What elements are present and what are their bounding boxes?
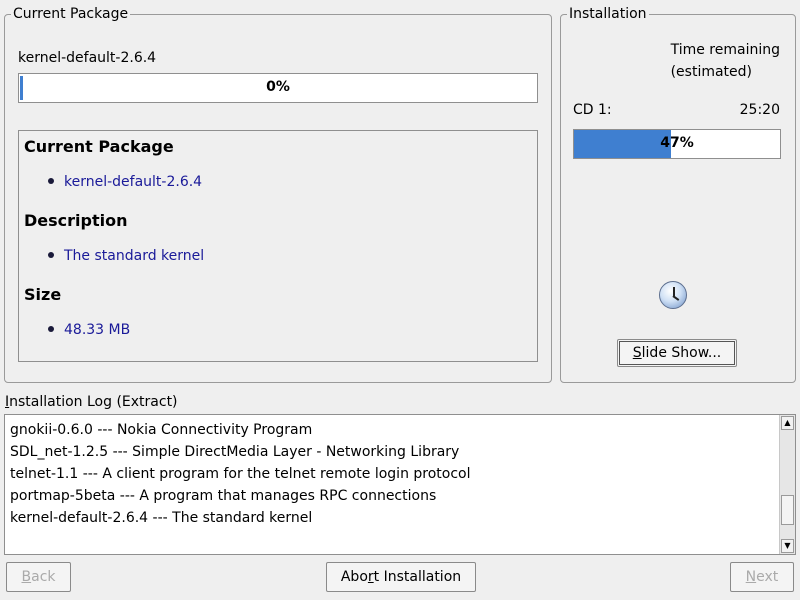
back-mnemonic: B [21, 569, 32, 585]
abort-label-start: Abo [340, 569, 368, 585]
abort-installation-button[interactable]: Abort Installation [326, 562, 476, 592]
info-package-item: kernel-default-2.6.4 [48, 174, 202, 190]
package-progress-text: 0% [266, 79, 290, 95]
abort-label-end: t Installation [373, 569, 462, 585]
bullet-icon [48, 326, 54, 332]
info-heading-description: Description [24, 211, 128, 230]
info-description-value: The standard kernel [64, 248, 205, 264]
installation-log-label: Installation Log (Extract) [5, 394, 178, 410]
next-mnemonic: N [745, 569, 757, 585]
cd-progress-bar: 47% [573, 129, 781, 159]
scroll-thumb[interactable] [781, 495, 794, 525]
installation-group-title: Installation [567, 6, 649, 22]
log-scrollbar[interactable]: ▲ ▼ [779, 415, 795, 554]
time-remaining-line-2: (estimated) [670, 64, 753, 80]
installation-group: Installation Time remaining (estimated) … [560, 6, 796, 383]
slide-show-button[interactable]: Slide Show... [617, 339, 737, 367]
cd-time-remaining: 25:20 [739, 102, 780, 118]
current-package-group-title: Current Package [11, 6, 131, 22]
scroll-up-icon[interactable]: ▲ [781, 416, 794, 430]
log-line: telnet-1.1 --- A client program for the … [10, 466, 471, 482]
package-progress-bar: 0% [18, 73, 538, 103]
slide-show-mnemonic: S [632, 345, 642, 361]
current-package-group: Current Package kernel-default-2.6.4 0% … [4, 6, 552, 383]
next-button[interactable]: Next [730, 562, 794, 592]
current-package-name: kernel-default-2.6.4 [18, 50, 157, 66]
bullet-icon [48, 178, 54, 184]
package-info-panel: Current Package kernel-default-2.6.4 Des… [18, 130, 538, 362]
next-label: ext [756, 569, 779, 585]
clock-icon [659, 281, 687, 309]
time-remaining-line-1: Time remaining [670, 42, 780, 58]
back-label: ack [31, 569, 56, 585]
log-line: portmap-5beta --- A program that manages… [10, 488, 437, 504]
log-line: kernel-default-2.6.4 --- The standard ke… [10, 510, 313, 526]
info-description-item: The standard kernel [48, 248, 204, 264]
log-line: gnokii-0.6.0 --- Nokia Connectivity Prog… [10, 422, 313, 438]
bullet-icon [48, 252, 54, 258]
scroll-down-icon[interactable]: ▼ [781, 539, 794, 553]
back-button[interactable]: Back [6, 562, 71, 592]
log-line: SDL_net-1.2.5 --- Simple DirectMedia Lay… [10, 444, 460, 460]
info-package-value: kernel-default-2.6.4 [64, 174, 203, 190]
slide-show-label: lide Show... [641, 345, 722, 361]
time-remaining-label: Time remaining (estimated) [671, 39, 780, 83]
installation-log[interactable]: gnokii-0.6.0 --- Nokia Connectivity Prog… [4, 414, 796, 555]
info-heading-package: Current Package [24, 137, 174, 156]
log-label-text: nstallation Log (Extract) [9, 394, 178, 410]
info-size-item: 48.33 MB [48, 322, 130, 338]
info-heading-size: Size [24, 285, 62, 304]
cd-progress-text: 47% [660, 135, 694, 151]
info-size-value: 48.33 MB [64, 322, 131, 338]
cd-label: CD 1: [573, 102, 612, 118]
